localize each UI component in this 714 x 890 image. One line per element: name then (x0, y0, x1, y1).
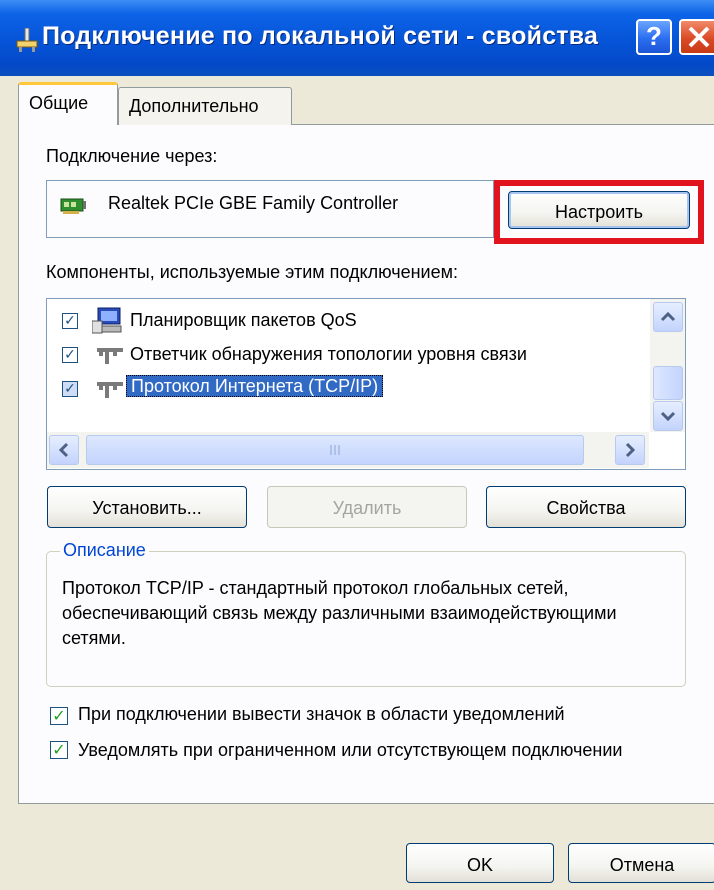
component-checkbox-qos[interactable]: ✓ (62, 313, 78, 329)
scroll-left-button[interactable] (49, 435, 79, 465)
install-button[interactable]: Установить... (47, 486, 247, 528)
tab-label: Общие (29, 93, 89, 113)
window-title: Подключение по локальной сети - свойства (42, 22, 599, 50)
vertical-scroll-thumb[interactable] (653, 366, 683, 400)
components-label: Компоненты, используемые этим подключени… (46, 262, 458, 282)
component-checkbox-tcpip[interactable]: ✓ (62, 381, 78, 397)
tab-advanced[interactable]: Дополнительно (118, 87, 292, 125)
configure-button[interactable]: Настроить (508, 191, 690, 229)
adapter-name: Realtek PCIe GBE Family Controller (108, 193, 399, 213)
connect-using-label: Подключение через: (46, 146, 218, 166)
qos-scheduler-icon (92, 307, 122, 334)
help-button[interactable]: ? (636, 19, 672, 55)
chevron-up-icon (660, 311, 676, 322)
network-card-icon (60, 198, 86, 214)
properties-button[interactable]: Свойства (486, 486, 686, 528)
description-text: Протокол TCP/IP - стандартный протокол г… (62, 578, 617, 648)
scroll-up-button[interactable] (653, 302, 683, 332)
description-legend: Описание (60, 540, 149, 561)
show-tray-icon-label[interactable]: При подключении вывести значок в области… (78, 704, 565, 725)
remove-button: Удалить (267, 486, 467, 528)
horizontal-scroll-thumb[interactable] (86, 435, 584, 465)
component-label: Ответчик обнаружения топологии уровня св… (130, 344, 527, 364)
cancel-button[interactable]: Отмена (568, 843, 714, 883)
close-icon (688, 26, 710, 48)
scroll-right-button[interactable] (615, 435, 645, 465)
chevron-down-icon (660, 411, 676, 422)
grip-icon (330, 445, 340, 455)
notify-limited-connectivity-label[interactable]: Уведомлять при ограниченном или отсутств… (78, 738, 638, 762)
ok-button[interactable]: OK (406, 843, 554, 883)
close-button[interactable] (679, 19, 714, 55)
show-tray-icon-checkbox[interactable]: ✓ (50, 707, 68, 725)
tab-general[interactable]: Общие (18, 82, 118, 125)
network-protocol-icon (97, 348, 123, 364)
component-checkbox-lltd[interactable]: ✓ (62, 347, 78, 363)
component-label-selected[interactable]: Протокол Интернета (TCP/IP) (126, 375, 384, 397)
notify-limited-connectivity-checkbox[interactable]: ✓ (50, 741, 68, 759)
network-connection-icon (16, 28, 38, 52)
selected-component-text: Протокол Интернета (TCP/IP) (126, 375, 384, 397)
chevron-left-icon (58, 442, 69, 458)
network-protocol-icon (97, 382, 123, 398)
scroll-down-button[interactable] (653, 401, 683, 431)
chevron-right-icon (625, 442, 636, 458)
component-label: Планировщик пакетов QoS (130, 310, 357, 330)
tab-label: Дополнительно (129, 96, 259, 116)
